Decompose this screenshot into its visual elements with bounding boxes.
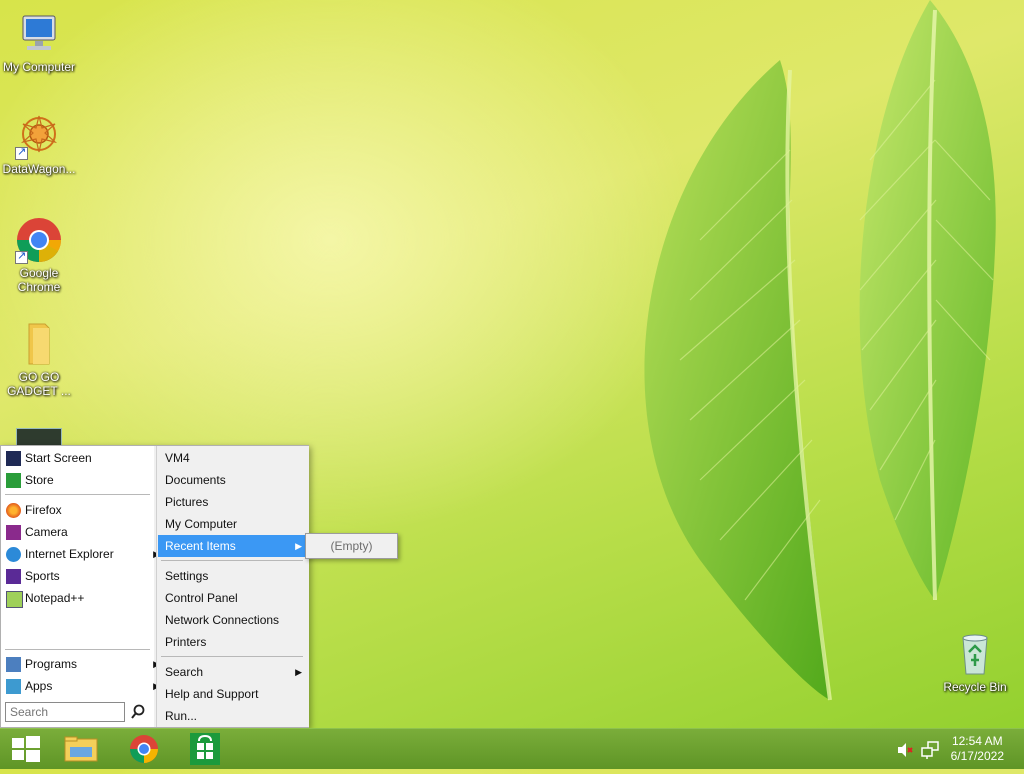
menu-label: My Computer — [165, 517, 238, 531]
menu-label: Documents — [165, 473, 226, 487]
store-icon — [190, 733, 220, 765]
start-screen-icon — [6, 451, 21, 466]
menu-label: Network Connections — [165, 613, 280, 627]
menu-label: Help and Support — [165, 687, 259, 701]
search-icon[interactable] — [129, 703, 147, 721]
start-menu-item-settings[interactable]: Settings — [158, 565, 308, 587]
menu-label: Control Panel — [165, 591, 238, 605]
folder-icon — [15, 320, 63, 368]
start-menu-item-internet-explorer[interactable]: Internet Explorer ▶ — [3, 543, 160, 565]
start-menu-search-input[interactable] — [5, 702, 125, 722]
shortcut-arrow-icon — [15, 249, 28, 264]
datawagon-icon — [15, 112, 63, 160]
menu-label: Pictures — [165, 495, 209, 509]
recycle-bin-icon — [951, 630, 999, 678]
separator — [5, 494, 150, 495]
menu-label: Apps — [25, 679, 53, 693]
menu-label: VM4 — [165, 451, 190, 465]
store-icon — [6, 473, 21, 488]
firefox-icon — [6, 503, 21, 518]
desktop-icon-go-go-gadget[interactable]: GO GO GADGET ... — [0, 320, 78, 398]
desktop-icon-label: DataWagon... — [2, 162, 76, 176]
desktop-icon-label: GO GO GADGET ... — [7, 370, 71, 398]
start-menu-item-programs[interactable]: Programs ▶ — [3, 653, 160, 675]
desktop-icon-my-computer[interactable]: My Computer — [0, 10, 78, 74]
start-menu-item-camera[interactable]: Camera — [3, 521, 152, 543]
recent-items-submenu: (Empty) — [305, 533, 398, 559]
chrome-icon — [130, 735, 158, 763]
menu-label: Firefox — [25, 503, 62, 517]
network-icon[interactable] — [920, 740, 940, 760]
start-menu-item-printers[interactable]: Printers — [158, 631, 308, 653]
camera-icon — [6, 525, 21, 540]
internet-explorer-icon — [6, 547, 21, 562]
menu-label: Run... — [165, 709, 198, 723]
menu-label: Sports — [25, 569, 60, 583]
menu-label: Settings — [165, 569, 209, 583]
menu-label: Store — [25, 473, 54, 487]
start-menu-left-pane: Start Screen Store Firefox Camera Intern… — [1, 446, 160, 727]
separator — [5, 649, 150, 650]
desktop-icon-label: Recycle Bin — [943, 680, 1007, 694]
start-menu-right-pane: VM4 Documents Pictures My Computer Recen… — [156, 446, 309, 727]
windows-logo-icon — [12, 736, 40, 762]
speaker-muted-icon[interactable] — [896, 741, 914, 759]
notepadpp-icon — [6, 591, 23, 608]
start-menu-item-sports[interactable]: Sports — [3, 565, 152, 587]
shortcut-arrow-icon — [15, 145, 28, 160]
sports-icon — [6, 569, 21, 584]
start-menu-item-my-computer[interactable]: My Computer — [158, 513, 308, 535]
start-menu-item-help-and-support[interactable]: Help and Support — [158, 683, 308, 705]
separator — [161, 656, 303, 657]
start-menu: Start Screen Store Firefox Camera Intern… — [0, 445, 309, 728]
programs-icon — [6, 657, 21, 672]
desktop-icon-label: My Computer — [2, 60, 76, 74]
start-menu-item-apps[interactable]: Apps ▶ — [3, 675, 160, 697]
start-menu-item-start-screen[interactable]: Start Screen — [3, 447, 152, 469]
menu-label: Camera — [25, 525, 68, 539]
start-menu-item-firefox[interactable]: Firefox — [3, 499, 152, 521]
menu-label: Programs — [25, 657, 78, 671]
start-menu-item-run[interactable]: Run... — [158, 705, 308, 727]
menu-label: Start Screen — [25, 451, 92, 465]
start-menu-item-recent-items[interactable]: Recent Items ▶ — [158, 535, 308, 557]
start-menu-item-notepadpp[interactable]: Notepad++ — [3, 587, 152, 609]
separator — [161, 560, 303, 561]
chevron-right-icon: ▶ — [295, 541, 302, 551]
start-menu-item-documents[interactable]: Documents — [158, 469, 308, 491]
submenu-empty-label: (Empty) — [330, 539, 373, 553]
file-explorer-icon — [64, 736, 98, 762]
taskbar: 12:54 AM 6/17/2022 — [0, 728, 1024, 769]
menu-label: Internet Explorer — [25, 547, 114, 561]
taskbar-store[interactable] — [180, 729, 234, 769]
menu-label: Printers — [165, 635, 207, 649]
start-menu-item-vm4[interactable]: VM4 — [158, 447, 308, 469]
desktop-icon-datawagon[interactable]: DataWagon... — [0, 112, 78, 176]
start-menu-item-network-connections[interactable]: Network Connections — [158, 609, 308, 631]
chevron-right-icon: ▶ — [295, 667, 302, 677]
menu-label: Recent Items — [165, 539, 236, 553]
start-menu-item-control-panel[interactable]: Control Panel — [158, 587, 308, 609]
desktop-icon-recycle-bin[interactable]: Recycle Bin — [936, 630, 1014, 694]
system-clock[interactable]: 12:54 AM 6/17/2022 — [951, 734, 1004, 764]
clock-date: 6/17/2022 — [950, 749, 1004, 763]
start-menu-item-store[interactable]: Store — [3, 469, 152, 491]
menu-label: Notepad++ — [25, 591, 85, 605]
start-menu-item-pictures[interactable]: Pictures — [158, 491, 308, 513]
desktop-icon-google-chrome[interactable]: Google Chrome — [0, 216, 78, 294]
start-menu-item-search[interactable]: Search ▶ — [158, 661, 308, 683]
apps-icon — [6, 679, 21, 694]
taskbar-chrome[interactable] — [117, 729, 171, 769]
taskbar-file-explorer[interactable] — [54, 729, 108, 769]
menu-label: Search — [165, 665, 204, 679]
desktop-icon-label: Google Chrome — [17, 266, 61, 294]
chrome-icon — [15, 216, 63, 264]
computer-icon — [15, 10, 63, 58]
start-button[interactable] — [0, 729, 54, 769]
clock-time: 12:54 AM — [951, 734, 1003, 748]
